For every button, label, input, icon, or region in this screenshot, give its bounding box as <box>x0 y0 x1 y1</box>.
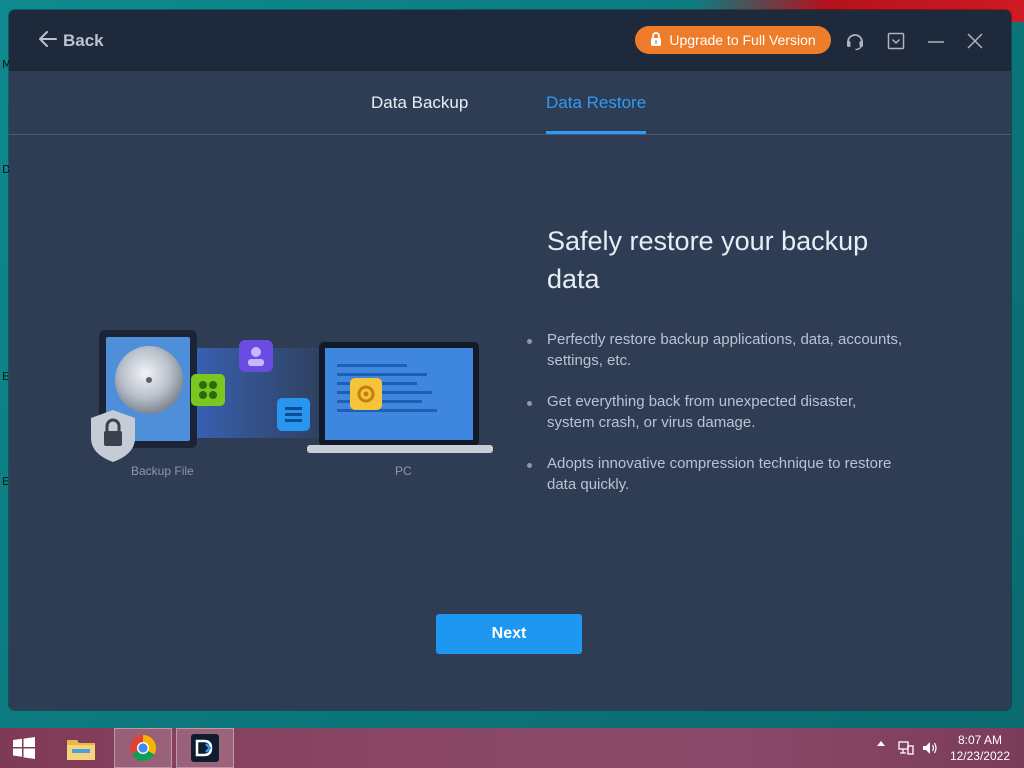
feature-item: Get everything back from unexpected disa… <box>523 391 903 433</box>
clock[interactable]: 8:07 AM 12/23/2022 <box>950 732 1010 764</box>
menu-dropdown-icon[interactable] <box>885 30 907 52</box>
chrome-icon[interactable] <box>114 728 172 768</box>
lock-icon <box>650 31 662 49</box>
pc-caption: PC <box>395 464 412 478</box>
page-headline: Safely restore your backup data <box>547 226 869 294</box>
tab-bar: Data Backup Data Restore <box>9 71 1011 135</box>
start-icon[interactable] <box>0 728 48 768</box>
feature-list: Perfectly restore backup applications, d… <box>523 329 903 515</box>
network-icon[interactable] <box>896 740 916 756</box>
backup-app-icon[interactable] <box>176 728 234 768</box>
desktop-icon-label[interactable]: E <box>2 370 9 383</box>
feature-item: Perfectly restore backup applications, d… <box>523 329 903 371</box>
next-button[interactable]: Next <box>436 614 582 654</box>
tab-data-backup[interactable]: Data Backup <box>371 71 468 134</box>
backup-file-caption: Backup File <box>131 464 194 478</box>
arrow-left-icon <box>39 30 57 52</box>
upgrade-label: Upgrade to Full Version <box>669 32 816 48</box>
taskbar: 8:07 AM 12/23/2022 <box>0 728 1024 768</box>
restore-illustration <box>79 328 499 478</box>
feature-item: Adopts innovative compression technique … <box>523 453 903 495</box>
active-tab-underline <box>546 131 647 134</box>
tab-data-restore[interactable]: Data Restore <box>546 71 647 134</box>
tab-label: Data Restore <box>546 92 647 112</box>
close-icon[interactable] <box>964 30 986 52</box>
minimize-icon[interactable] <box>925 30 947 52</box>
app-window: Back Upgrade to Full Version Data Backup… <box>9 10 1011 710</box>
clock-time: 8:07 AM <box>957 733 1002 747</box>
upgrade-button[interactable]: Upgrade to Full Version <box>635 26 831 54</box>
desktop-icon-label[interactable]: E <box>2 475 9 488</box>
tray-expand-icon[interactable] <box>874 740 888 746</box>
file-explorer-icon[interactable] <box>56 728 106 768</box>
support-icon[interactable] <box>844 30 866 52</box>
back-label: Back <box>63 31 104 50</box>
title-bar: Back Upgrade to Full Version <box>9 10 1011 71</box>
tab-label: Data Backup <box>371 92 469 112</box>
back-button[interactable]: Back <box>39 30 104 52</box>
volume-icon[interactable] <box>920 740 940 756</box>
clock-date: 12/23/2022 <box>949 749 1010 763</box>
